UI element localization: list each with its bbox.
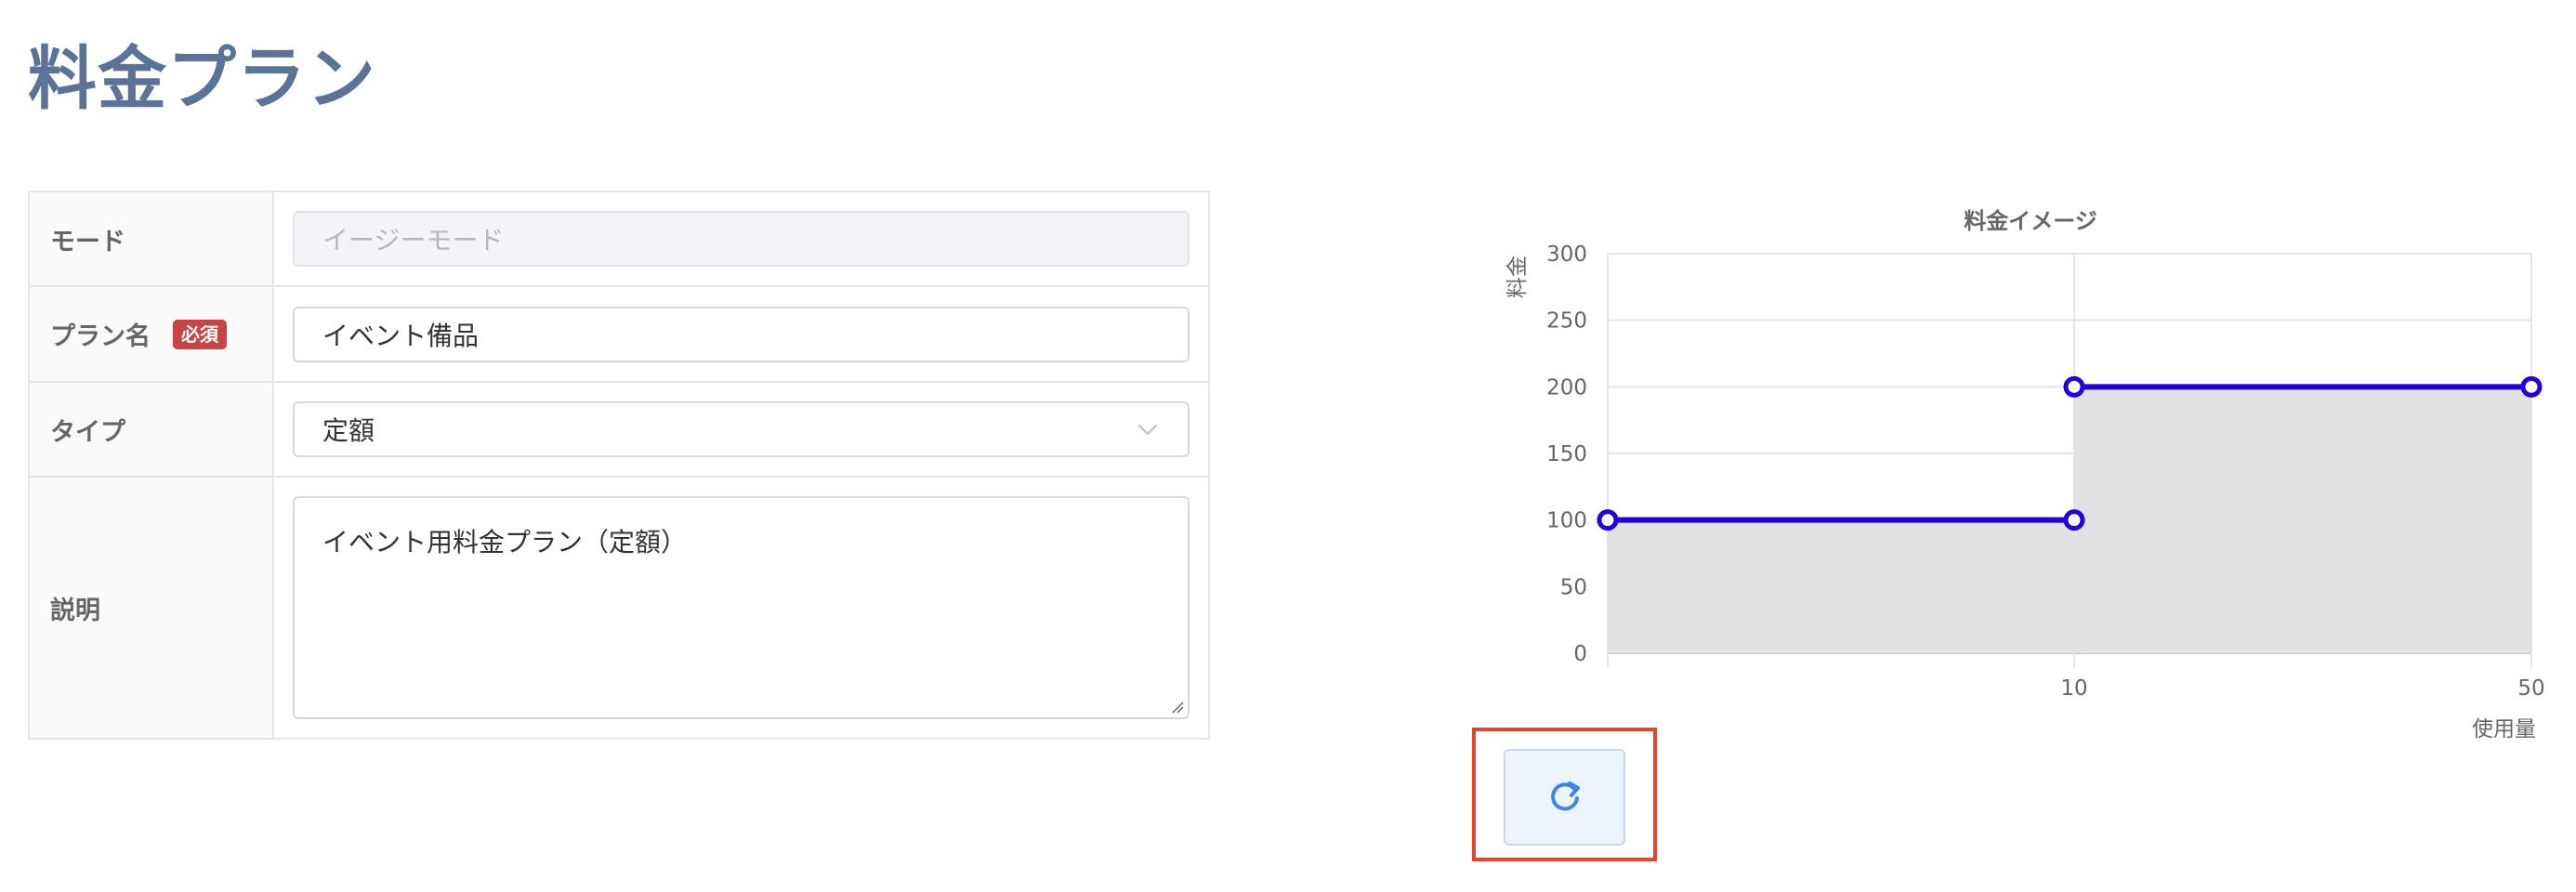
- chevron-down-icon: [1138, 425, 1157, 436]
- type-row: タイプ 定額: [30, 383, 1208, 478]
- data-point[interactable]: [1597, 509, 1619, 531]
- y-axis-label: 料金: [1505, 256, 1530, 298]
- description-cell: イベント用料金プラン（定額）: [274, 478, 1208, 738]
- y-tick-label: 300: [1546, 243, 1587, 267]
- type-select[interactable]: 定額: [293, 401, 1189, 457]
- required-badge: 必須: [173, 319, 227, 349]
- description-row: 説明 イベント用料金プラン（定額）: [30, 478, 1208, 738]
- type-label: タイプ: [30, 383, 274, 476]
- description-label: 説明: [30, 478, 274, 738]
- plan-form-table: モード イージーモード プラン名 必須 イベント備品 タイプ 定額 説明 イベン…: [28, 190, 1210, 740]
- resize-grip-icon[interactable]: [1169, 699, 1184, 714]
- page-title: 料金プラン: [28, 39, 376, 119]
- plan-name-label-cell: プラン名 必須: [30, 287, 274, 381]
- x-axis-label: 使用量: [2472, 717, 2536, 741]
- type-selected-value: 定額: [322, 415, 375, 446]
- data-point[interactable]: [2063, 375, 2085, 398]
- plan-name-cell: イベント備品: [274, 287, 1208, 381]
- description-text: イベント用料金プラン（定額）: [322, 527, 688, 558]
- plan-name-row: プラン名 必須 イベント備品: [30, 287, 1208, 383]
- y-tick-label: 0: [1573, 642, 1587, 666]
- refresh-icon: [1550, 781, 1580, 811]
- description-textarea[interactable]: イベント用料金プラン（定額）: [293, 496, 1189, 719]
- y-tick-label: 150: [1546, 442, 1587, 466]
- plan-name-input[interactable]: イベント備品: [293, 306, 1189, 362]
- refresh-button[interactable]: [1504, 749, 1625, 846]
- y-tick-label: 250: [1546, 309, 1587, 334]
- x-tick-label: 50: [2517, 676, 2544, 701]
- mode-input: イージーモード: [293, 211, 1189, 267]
- page: 料金プラン モード イージーモード プラン名 必須 イベント備品 タイプ 定額: [0, 0, 2576, 892]
- mode-label: モード: [30, 192, 274, 285]
- y-tick-label: 200: [1546, 375, 1587, 400]
- area-segment-low: [1608, 519, 2074, 653]
- x-tick-label: 10: [2060, 676, 2087, 701]
- plan-name-label: プラン名: [50, 322, 151, 351]
- price-image-chart: 料金イメージ 料金 使用量 300 250 200 150 100 50 0 10 50: [1505, 208, 2545, 741]
- mode-row: モード イージーモード: [30, 192, 1208, 287]
- area-segment-high: [2074, 387, 2531, 653]
- data-point[interactable]: [2063, 509, 2085, 531]
- data-point[interactable]: [2520, 375, 2543, 398]
- mode-cell: イージーモード: [274, 192, 1208, 285]
- y-tick-label: 100: [1546, 509, 1587, 533]
- type-cell: 定額: [274, 383, 1208, 476]
- y-tick-label: 50: [1560, 575, 1587, 599]
- chart-title: 料金イメージ: [1964, 208, 2097, 234]
